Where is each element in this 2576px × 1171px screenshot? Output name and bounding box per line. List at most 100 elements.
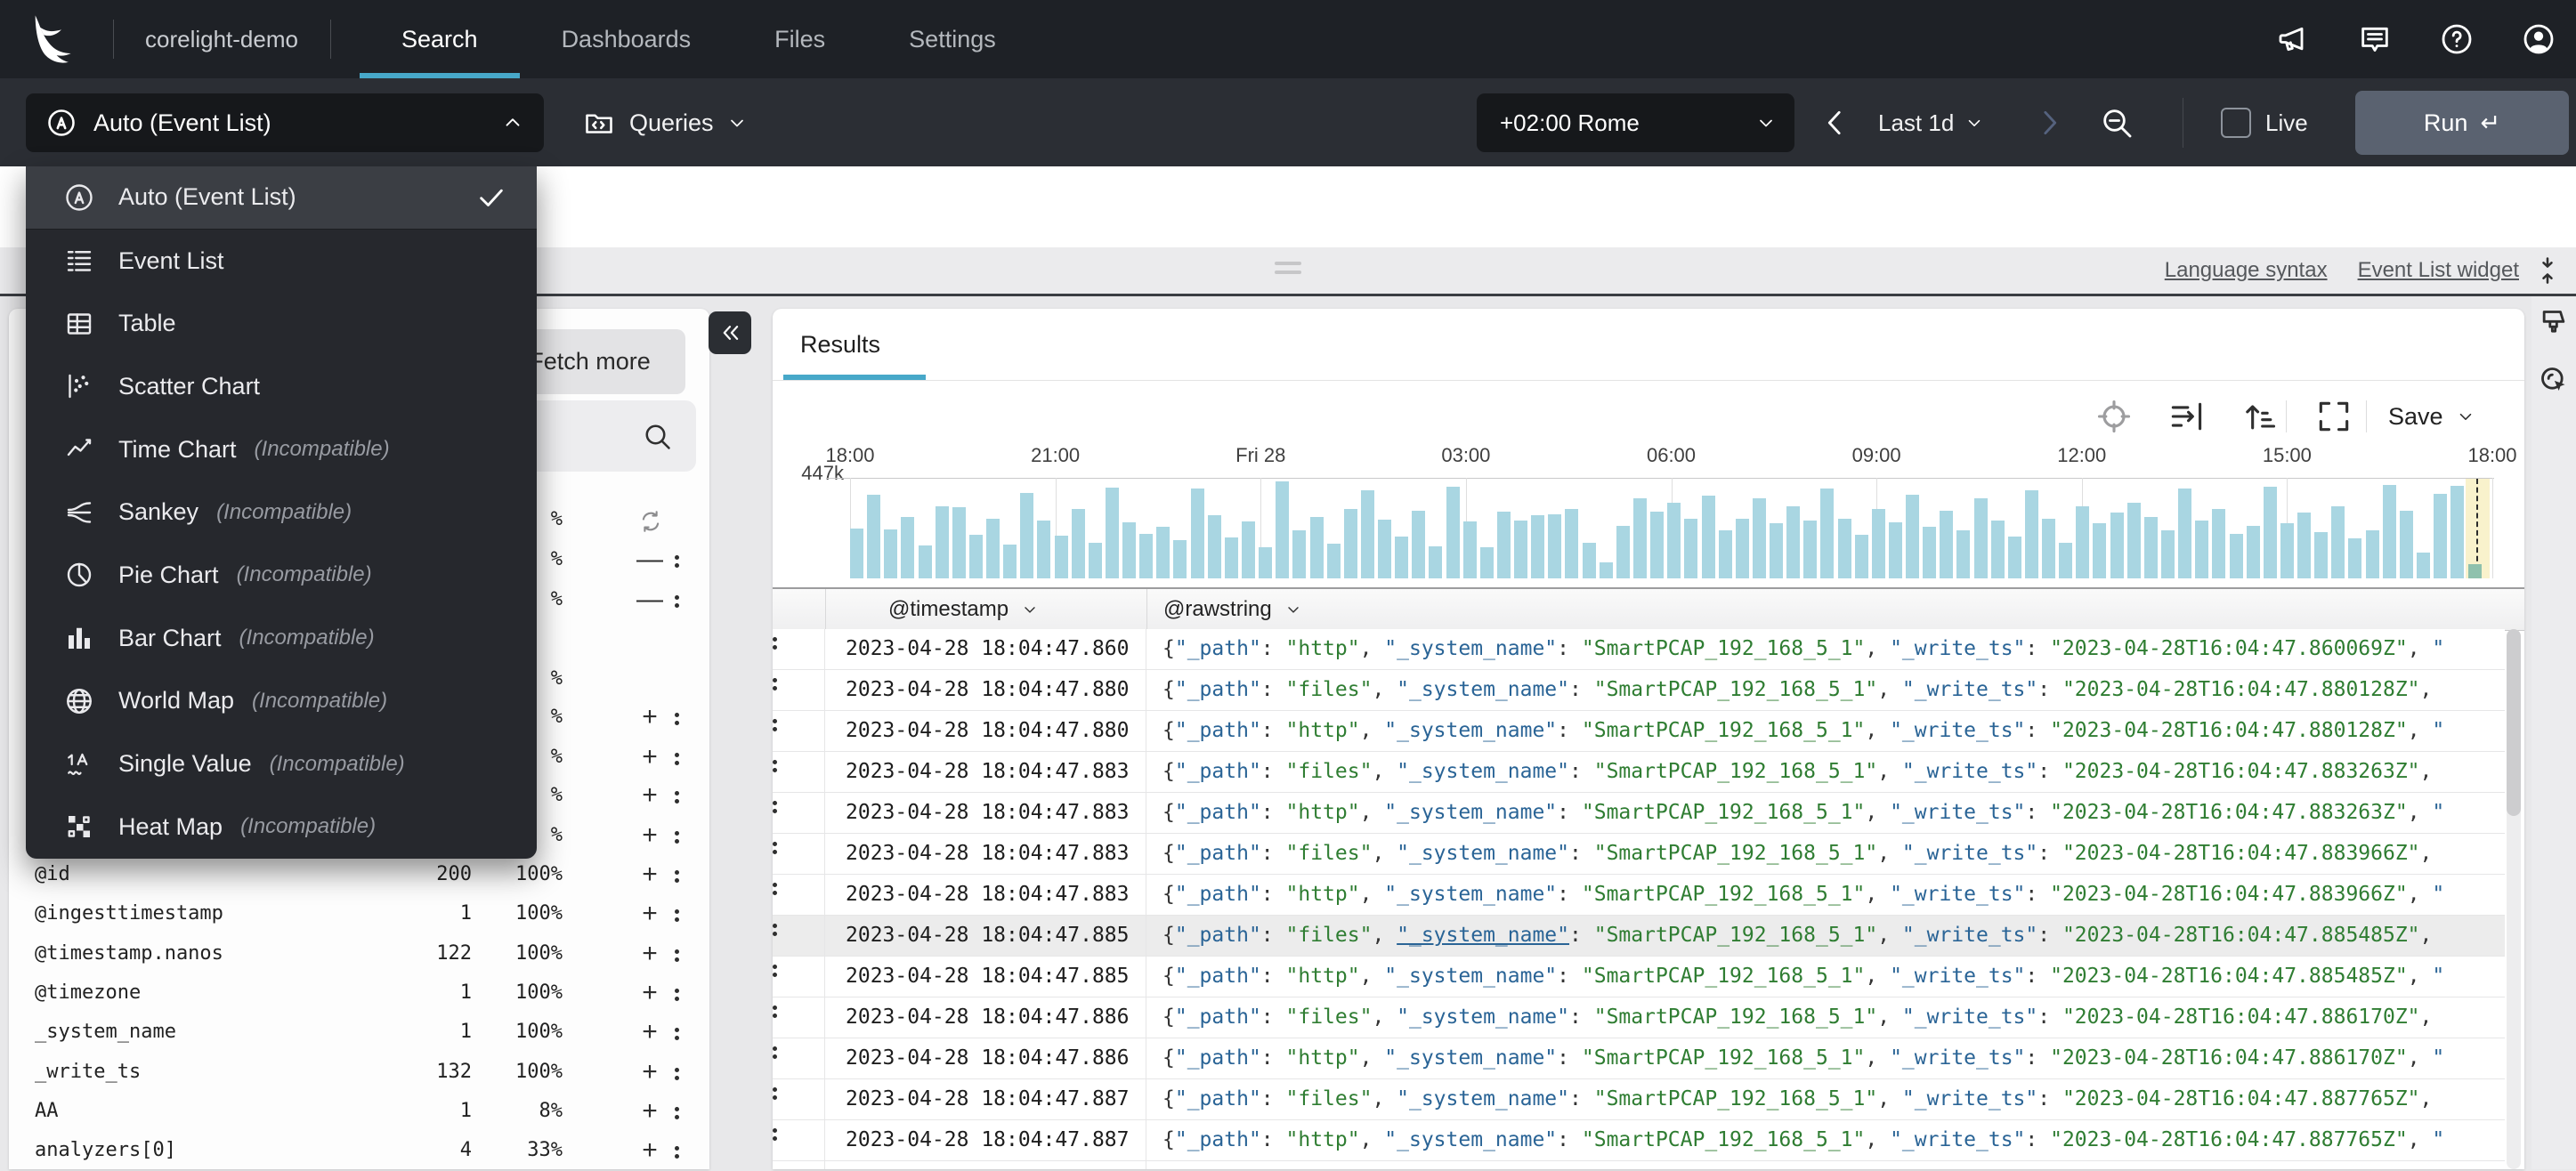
nav-tab-files[interactable]: Files (733, 0, 867, 78)
results-scrollbar[interactable] (2507, 629, 2521, 1169)
repository-name[interactable]: corelight-demo (145, 0, 298, 78)
editor-resize-handle[interactable] (1275, 262, 1301, 279)
field-menu-icon[interactable] (675, 547, 701, 574)
tab-results[interactable]: Results (800, 309, 880, 380)
row-menu-cell[interactable] (773, 629, 825, 669)
nav-tab-settings[interactable]: Settings (867, 0, 1038, 78)
add-field-button[interactable]: + (632, 935, 668, 974)
queries-dropdown-button[interactable]: Queries (583, 93, 748, 152)
remove-field-button[interactable]: — (632, 541, 668, 580)
field-menu-icon[interactable] (675, 981, 701, 1007)
scrollbar-thumb[interactable] (2507, 629, 2521, 816)
view-menu-item-auto-event-list-[interactable]: Auto (Event List) (26, 166, 537, 230)
row-menu-cell[interactable] (773, 875, 825, 915)
add-field-button[interactable]: + (632, 1132, 668, 1171)
event-list-widget-link[interactable]: Event List widget (2358, 258, 2519, 283)
styling-brush-icon[interactable] (2536, 305, 2572, 341)
zoom-out-time-icon[interactable] (2099, 105, 2135, 141)
feedback-icon[interactable] (2357, 21, 2393, 57)
table-row[interactable]: 2023-04-28 18:04:47.883 {"_path": "files"… (773, 834, 2505, 875)
table-row[interactable]: 2023-04-28 18:04:47.887 {"_path": "http",… (773, 1120, 2505, 1161)
interactions-target-icon[interactable] (2536, 362, 2572, 398)
row-menu-cell[interactable] (773, 997, 825, 1038)
field-name[interactable]: AA (35, 1100, 59, 1122)
timezone-selector[interactable]: +02:00 Rome (1477, 93, 1794, 152)
save-dropdown-button[interactable]: Save (2388, 397, 2475, 436)
row-menu-cell[interactable] (773, 916, 825, 956)
table-row[interactable]: 2023-04-28 18:04:47.883 {"_path": "files"… (773, 752, 2505, 793)
nav-tab-dashboards[interactable]: Dashboards (520, 0, 733, 78)
view-menu-item-pie-chart[interactable]: Pie Chart (Incompatible) (26, 544, 537, 607)
field-name[interactable]: _system_name (35, 1021, 176, 1043)
row-menu-cell[interactable] (773, 1079, 825, 1119)
table-row[interactable]: 2023-04-28 18:04:47.883 {"_path": "http",… (773, 793, 2505, 834)
language-syntax-link[interactable]: Language syntax (2165, 258, 2328, 283)
table-row[interactable]: 2023-04-28 18:04:47.880 {"_path": "files"… (773, 670, 2505, 711)
fullscreen-icon[interactable] (2314, 397, 2353, 436)
field-menu-icon[interactable] (675, 1138, 701, 1165)
view-menu-item-table[interactable]: Table (26, 292, 537, 355)
wrap-lines-icon[interactable] (2167, 397, 2206, 436)
row-menu-cell[interactable] (773, 957, 825, 997)
field-menu-icon[interactable] (675, 587, 701, 614)
add-field-button[interactable]: + (632, 974, 668, 1014)
add-field-button[interactable]: + (632, 1054, 668, 1093)
table-row[interactable]: 2023-04-28 18:04:47.886 {"_path": "files"… (773, 997, 2505, 1038)
view-menu-item-heat-map[interactable]: Heat Map (Incompatible) (26, 795, 537, 859)
announcements-icon[interactable] (2275, 21, 2311, 57)
run-button[interactable]: Run ↵ (2355, 91, 2569, 155)
row-menu-cell[interactable] (773, 711, 825, 751)
field-name[interactable]: @id (35, 863, 70, 885)
corelight-logo-icon[interactable] (25, 11, 84, 68)
view-menu-item-sankey[interactable]: Sankey (Incompatible) (26, 481, 537, 544)
live-toggle[interactable]: Live (2221, 93, 2308, 152)
histogram-bars[interactable] (850, 479, 2495, 578)
view-menu-item-bar-chart[interactable]: Bar Chart (Incompatible) (26, 607, 537, 670)
table-row[interactable]: 2023-04-28 18:04:47.860 {"_path": "http",… (773, 629, 2505, 670)
field-menu-icon[interactable] (675, 823, 701, 850)
row-menu-cell[interactable] (773, 793, 825, 833)
add-field-button[interactable]: + (632, 817, 668, 856)
field-menu-icon[interactable] (675, 1020, 701, 1046)
row-menu-cell[interactable] (773, 752, 825, 792)
row-menu-cell[interactable] (773, 1038, 825, 1078)
field-name[interactable]: analyzers[0] (35, 1139, 176, 1161)
collapse-fields-panel-button[interactable] (709, 311, 751, 354)
event-context-icon[interactable] (2094, 397, 2134, 436)
refresh-icon[interactable] (637, 508, 664, 535)
field-menu-icon[interactable] (675, 705, 701, 731)
field-name[interactable]: @timestamp.nanos (35, 942, 223, 965)
view-menu-item-time-chart[interactable]: Time Chart (Incompatible) (26, 418, 537, 481)
row-menu-cell[interactable] (773, 834, 825, 874)
add-field-button[interactable]: + (632, 895, 668, 934)
field-menu-icon[interactable] (675, 941, 701, 968)
field-menu-icon[interactable] (675, 1060, 701, 1086)
field-menu-icon[interactable] (675, 901, 701, 928)
view-menu-item-world-map[interactable]: World Map (Incompatible) (26, 670, 537, 733)
field-menu-icon[interactable] (675, 862, 701, 889)
remove-field-button[interactable]: — (632, 581, 668, 620)
field-menu-icon[interactable] (675, 1099, 701, 1126)
view-selector-dropdown[interactable]: Auto (Event List) (26, 93, 544, 152)
field-name[interactable]: _write_ts (35, 1061, 141, 1083)
add-field-button[interactable]: + (632, 699, 668, 738)
view-menu-item-event-list[interactable]: Event List (26, 230, 537, 293)
results-histogram[interactable]: 447k 18:00 21:00 Fri 28 03:00 06:00 09:00 12:0… (773, 442, 2524, 580)
add-field-button[interactable]: + (632, 856, 668, 895)
table-row[interactable]: 2023-04-28 18:04:47.887 {"_path": "files"… (773, 1079, 2505, 1120)
column-header-rawstring[interactable]: @rawstring (1147, 589, 2524, 630)
live-checkbox[interactable] (2221, 108, 2251, 138)
table-row[interactable]: 2023-04-28 18:04:47.886 {"_path": "http",… (773, 1038, 2505, 1079)
row-menu-cell[interactable] (773, 1120, 825, 1160)
add-field-button[interactable]: + (632, 1014, 668, 1053)
nav-tab-search[interactable]: Search (360, 0, 520, 78)
table-row[interactable]: 2023-04-28 18:04:47.888{"_path": "files"… (773, 1161, 2505, 1169)
help-icon[interactable] (2439, 21, 2475, 57)
table-row[interactable]: 2023-04-28 18:04:47.885 {"_path": "files"… (773, 916, 2505, 957)
row-menu-cell[interactable] (773, 670, 825, 710)
column-header-timestamp[interactable]: @timestamp (826, 589, 1147, 630)
view-menu-item-single-value[interactable]: Single Value (Incompatible) (26, 732, 537, 795)
row-menu-cell[interactable] (773, 1161, 825, 1169)
table-row[interactable]: 2023-04-28 18:04:47.880 {"_path": "http",… (773, 711, 2505, 752)
view-menu-item-scatter-chart[interactable]: Scatter Chart (26, 355, 537, 418)
